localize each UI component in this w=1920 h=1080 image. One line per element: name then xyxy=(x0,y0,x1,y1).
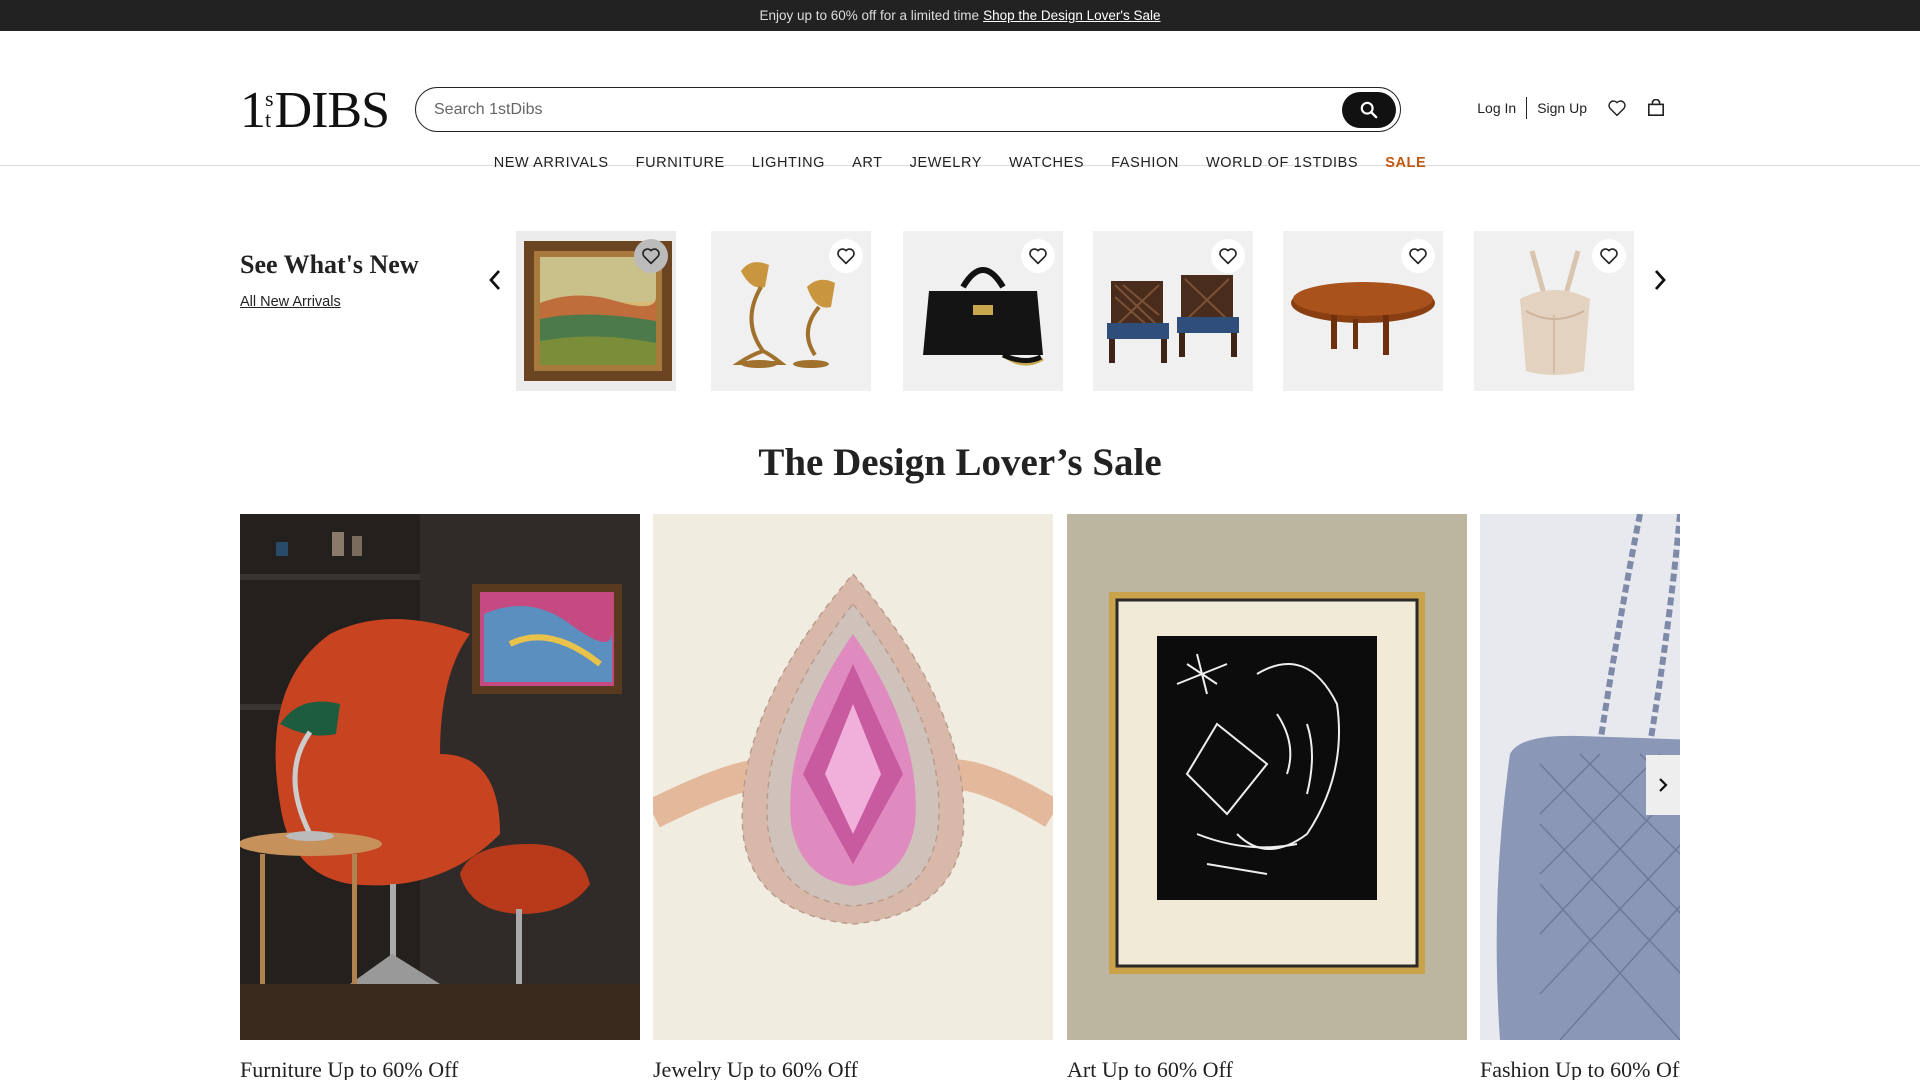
sale-card-art[interactable] xyxy=(1067,514,1467,1040)
art-image xyxy=(1067,514,1467,1040)
sale-card-caption[interactable]: Jewelry Up to 60% Off xyxy=(653,1057,858,1080)
sale-card-jewelry[interactable] xyxy=(653,514,1053,1040)
chevron-right-icon xyxy=(1659,778,1668,792)
jewelry-image xyxy=(653,514,1053,1040)
sale-card-caption[interactable]: Art Up to 60% Off xyxy=(1067,1057,1233,1080)
sale-card-caption[interactable]: Fashion Up to 60% Off xyxy=(1480,1057,1680,1080)
furniture-image xyxy=(240,514,640,1040)
sale-carousel: Furniture Up to 60% Off Jewelry Up to 60… xyxy=(0,0,1680,1080)
sale-card-furniture[interactable] xyxy=(240,514,640,1040)
sale-card-caption[interactable]: Furniture Up to 60% Off xyxy=(240,1057,458,1080)
sale-carousel-next-button[interactable] xyxy=(1646,755,1680,815)
